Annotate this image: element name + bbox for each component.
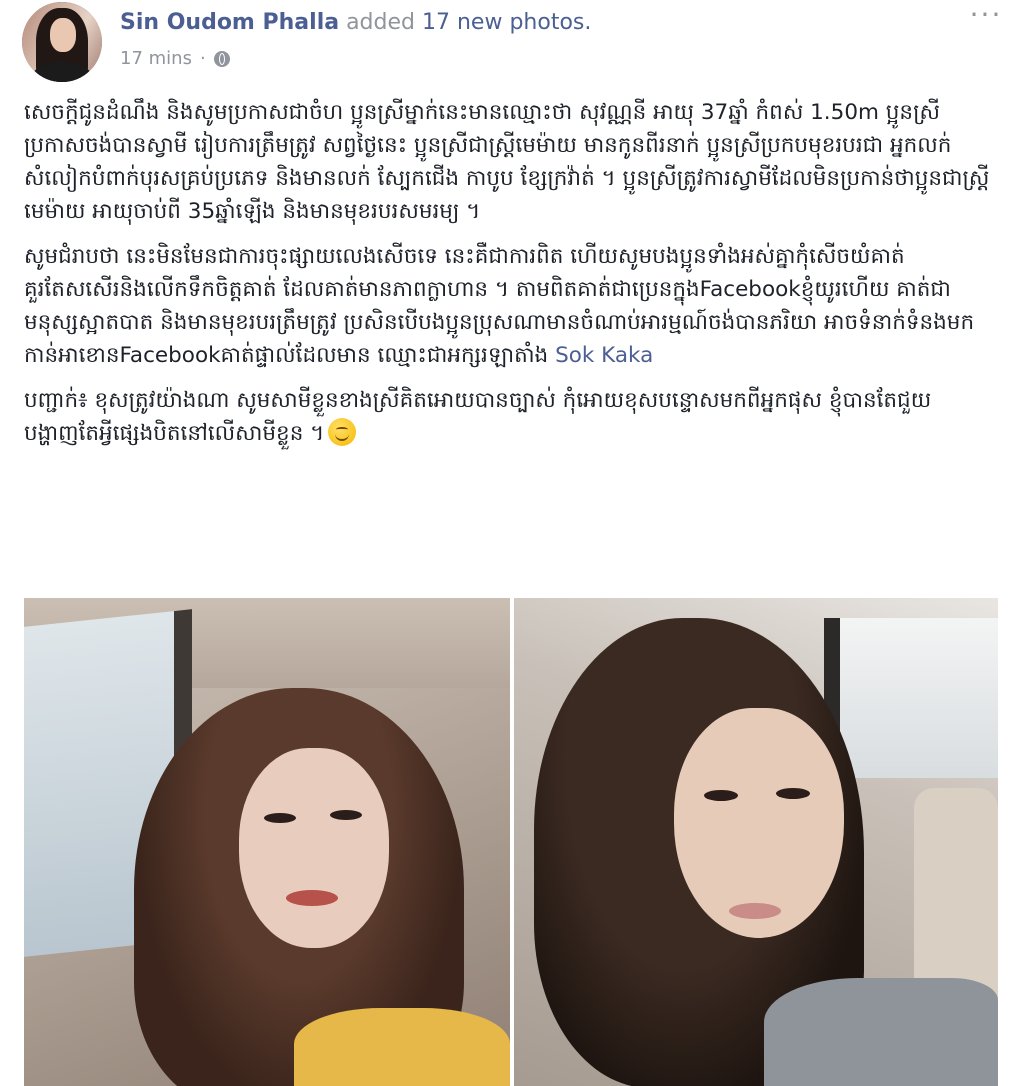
photo-count-link[interactable]: 17 new photos. [422,10,591,35]
globe-icon[interactable] [213,50,230,67]
smiling-face-emoji-icon [328,418,357,446]
author-avatar[interactable] [22,2,102,82]
facebook-post: Sin Oudom Phalla added 17 new photos. 17… [0,0,1016,1086]
post-paragraph: បញ្ជាក់៖ ខុសត្រូវយ៉ាងណា សូមសាមីខ្លួនខាងស… [24,384,994,450]
photo-2[interactable] [514,598,998,1086]
post-paragraph-text: បញ្ជាក់៖ ខុសត្រូវយ៉ាងណា សូមសាមីខ្លួនខាងស… [24,388,932,446]
author-name-link[interactable]: Sin Oudom Phalla [120,10,339,35]
post-paragraph: សូមជំរាបថា នេះមិនមែនជាការចុះផ្សាយលេងសើចទ… [24,240,994,372]
more-options-icon[interactable]: ··· [968,1,1004,29]
photo-1[interactable] [24,598,510,1086]
mention-link[interactable]: Sok Kaka [555,343,653,368]
action-text: added [346,10,415,35]
post-paragraph-text: សូមជំរាបថា នេះមិនមែនជាការចុះផ្សាយលេងសើចទ… [24,244,975,368]
post-header-line: Sin Oudom Phalla added 17 new photos. [120,8,591,38]
timestamp-link[interactable]: 17 mins [120,48,192,69]
post-paragraph: សេចក្តីជូនដំណឹង និងសូមប្រកាសជាចំហ ប្អូនស… [24,100,990,224]
post-meta: 17 mins · [120,48,230,69]
post-message: សេចក្តីជូនដំណឹង និងសូមប្រកាសជាចំហ ប្អូនស… [24,96,994,450]
meta-separator: · [199,48,206,69]
